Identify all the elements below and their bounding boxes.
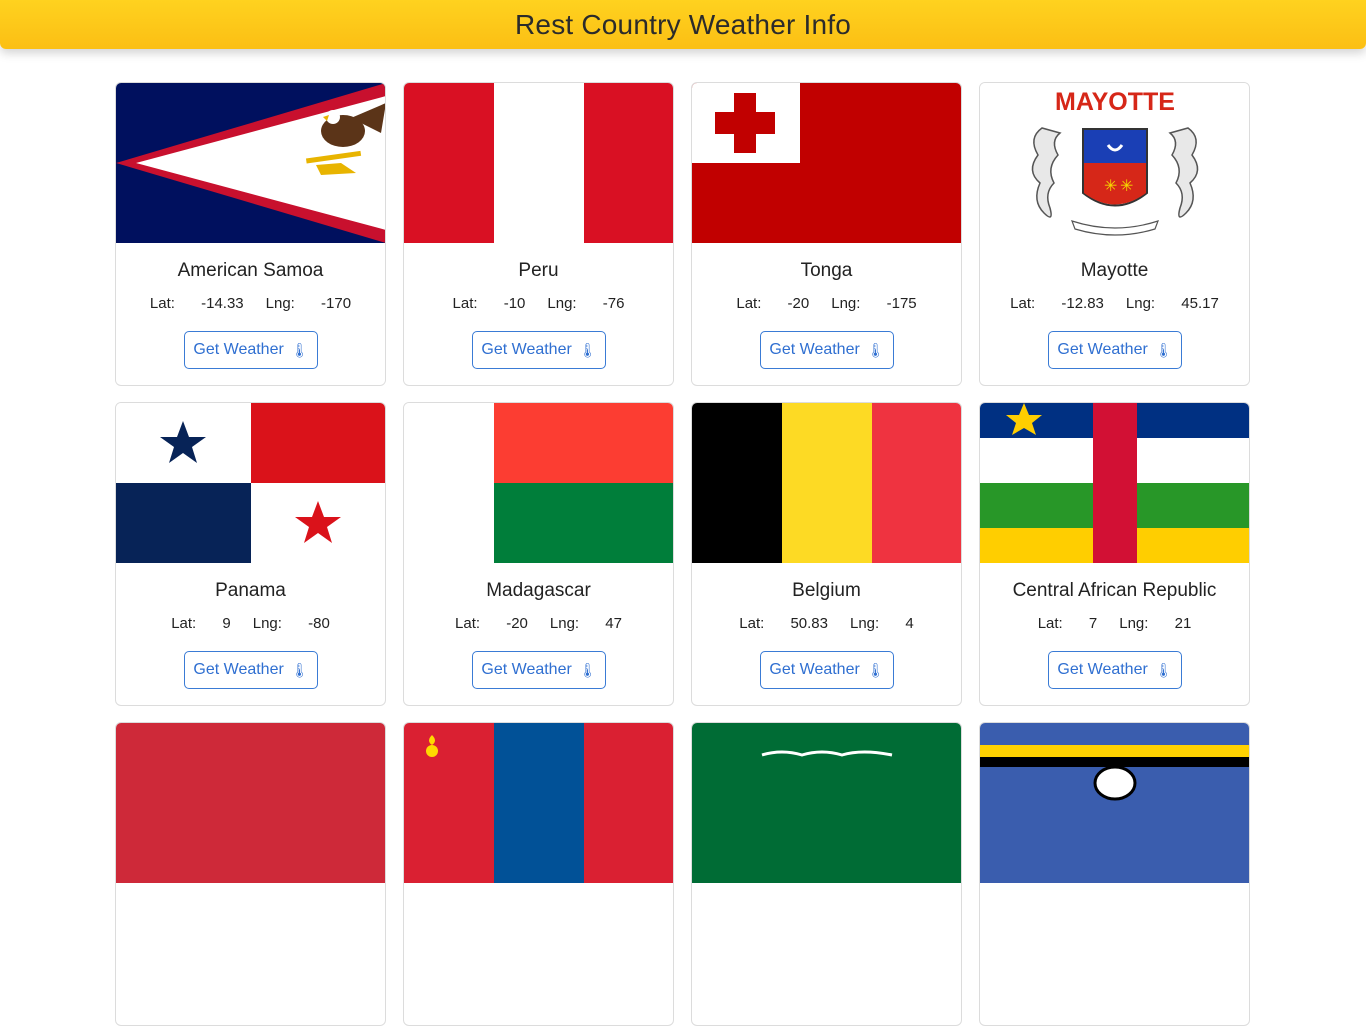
latitude: Lat: -10 (452, 295, 526, 312)
flag-central-african-republic (980, 403, 1249, 563)
partial-flag-image (980, 723, 1249, 883)
flag-mayotte: MAYOTTE ✳ ✳ (980, 83, 1249, 243)
country-name: Panama (215, 580, 286, 601)
coordinates: Lat: -20 Lng: -175 (692, 295, 961, 312)
thermometer-icon: 🌡 (1154, 661, 1173, 678)
central-african-republic-flag-image (980, 403, 1249, 563)
thermometer-icon: 🌡 (866, 661, 885, 678)
coordinates: Lat: 7 Lng: 21 (980, 615, 1249, 632)
country-card: Central African Republic Lat: 7 Lng: 21 G… (979, 402, 1250, 706)
country-card: Peru Lat: -10 Lng: -76 Get Weather 🌡 (403, 82, 674, 386)
country-card (979, 722, 1250, 1026)
coordinates: Lat: -14.33 Lng: -170 (116, 295, 385, 312)
get-weather-button[interactable]: Get Weather 🌡 (472, 651, 606, 689)
thermometer-icon: 🌡 (866, 341, 885, 358)
latitude: Lat: 7 (1037, 615, 1098, 632)
longitude: Lng: 45.17 (1125, 295, 1219, 312)
madagascar-flag-image (404, 403, 673, 563)
panama-flag-image (116, 403, 385, 563)
latitude: Lat: -20 (736, 295, 810, 312)
longitude: Lng: -76 (547, 295, 625, 312)
longitude: Lng: -170 (265, 295, 352, 312)
latitude: Lat: -20 (455, 615, 528, 632)
thermometer-icon: 🌡 (290, 661, 309, 678)
thermometer-icon: 🌡 (290, 341, 309, 358)
coordinates: Lat: 50.83 Lng: 4 (692, 615, 961, 632)
latitude: Lat: -12.83 (1010, 295, 1104, 312)
thermometer-icon: 🌡 (1154, 341, 1173, 358)
svg-text:✳: ✳ (1104, 176, 1117, 195)
thermometer-icon: 🌡 (578, 661, 597, 678)
country-card (403, 722, 674, 1026)
get-weather-button[interactable]: Get Weather 🌡 (760, 651, 894, 689)
get-weather-button[interactable]: Get Weather 🌡 (1048, 651, 1182, 689)
country-card: Panama Lat: 9 Lng: -80 Get Weather 🌡 (115, 402, 386, 706)
peru-flag-image (404, 83, 673, 243)
partial-flag-image (116, 723, 385, 883)
thermometer-icon: 🌡 (578, 341, 597, 358)
svg-text:✳: ✳ (1120, 176, 1133, 195)
country-card: MAYOTTE ✳ ✳ Mayotte Lat: -12.83 Lng: 45.1… (979, 82, 1250, 386)
flag-belgium (692, 403, 961, 563)
get-weather-button[interactable]: Get Weather 🌡 (760, 331, 894, 369)
flag-panama (116, 403, 385, 563)
get-weather-button[interactable]: Get Weather 🌡 (184, 651, 318, 689)
american-samoa-flag-image (116, 83, 385, 243)
country-card: Belgium Lat: 50.83 Lng: 4 Get Weather 🌡 (691, 402, 962, 706)
belgium-flag-image (692, 403, 961, 563)
longitude: Lng: 4 (850, 615, 914, 632)
flag-american-samoa (116, 83, 385, 243)
coordinates: Lat: -20 Lng: 47 (404, 615, 673, 632)
flag-madagascar (404, 403, 673, 563)
latitude: Lat: 9 (171, 615, 231, 632)
country-name: Belgium (792, 580, 861, 601)
flag-partial-3 (692, 723, 961, 883)
partial-flag-image (692, 723, 961, 883)
longitude: Lng: -80 (252, 615, 330, 632)
country-name: Tonga (800, 260, 853, 281)
country-card (691, 722, 962, 1026)
coordinates: Lat: 9 Lng: -80 (116, 615, 385, 632)
country-name: Peru (518, 260, 559, 281)
country-name: Madagascar (486, 580, 591, 601)
latitude: Lat: 50.83 (739, 615, 828, 632)
longitude: Lng: 47 (549, 615, 622, 632)
get-weather-button[interactable]: Get Weather 🌡 (472, 331, 606, 369)
get-weather-button[interactable]: Get Weather 🌡 (1048, 331, 1182, 369)
coordinates: Lat: -10 Lng: -76 (404, 295, 673, 312)
mayotte-flag-image: MAYOTTE ✳ ✳ (980, 83, 1249, 243)
longitude: Lng: 21 (1119, 615, 1192, 632)
get-weather-button[interactable]: Get Weather 🌡 (184, 331, 318, 369)
country-name: American Samoa (177, 260, 324, 281)
country-card (115, 722, 386, 1026)
tonga-flag-image (692, 83, 961, 243)
page-title: Rest Country Weather Info (515, 8, 851, 40)
app-header: Rest Country Weather Info (0, 0, 1366, 49)
flag-partial-4 (980, 723, 1249, 883)
mayotte-flag-lettering: MAYOTTE (1055, 88, 1175, 116)
coordinates: Lat: -12.83 Lng: 45.17 (980, 295, 1249, 312)
country-card: Tonga Lat: -20 Lng: -175 Get Weather 🌡 (691, 82, 962, 386)
country-card: American Samoa Lat: -14.33 Lng: -170 Get … (115, 82, 386, 386)
longitude: Lng: -175 (831, 295, 917, 312)
partial-flag-image (404, 723, 673, 883)
flag-partial-1 (116, 723, 385, 883)
country-card: Madagascar Lat: -20 Lng: 47 Get Weather 🌡 (403, 402, 674, 706)
flag-partial-2 (404, 723, 673, 883)
latitude: Lat: -14.33 (149, 295, 244, 312)
country-name: Central African Republic (1012, 580, 1217, 601)
flag-tonga (692, 83, 961, 243)
country-name: Mayotte (1080, 260, 1149, 281)
flag-peru (404, 83, 673, 243)
